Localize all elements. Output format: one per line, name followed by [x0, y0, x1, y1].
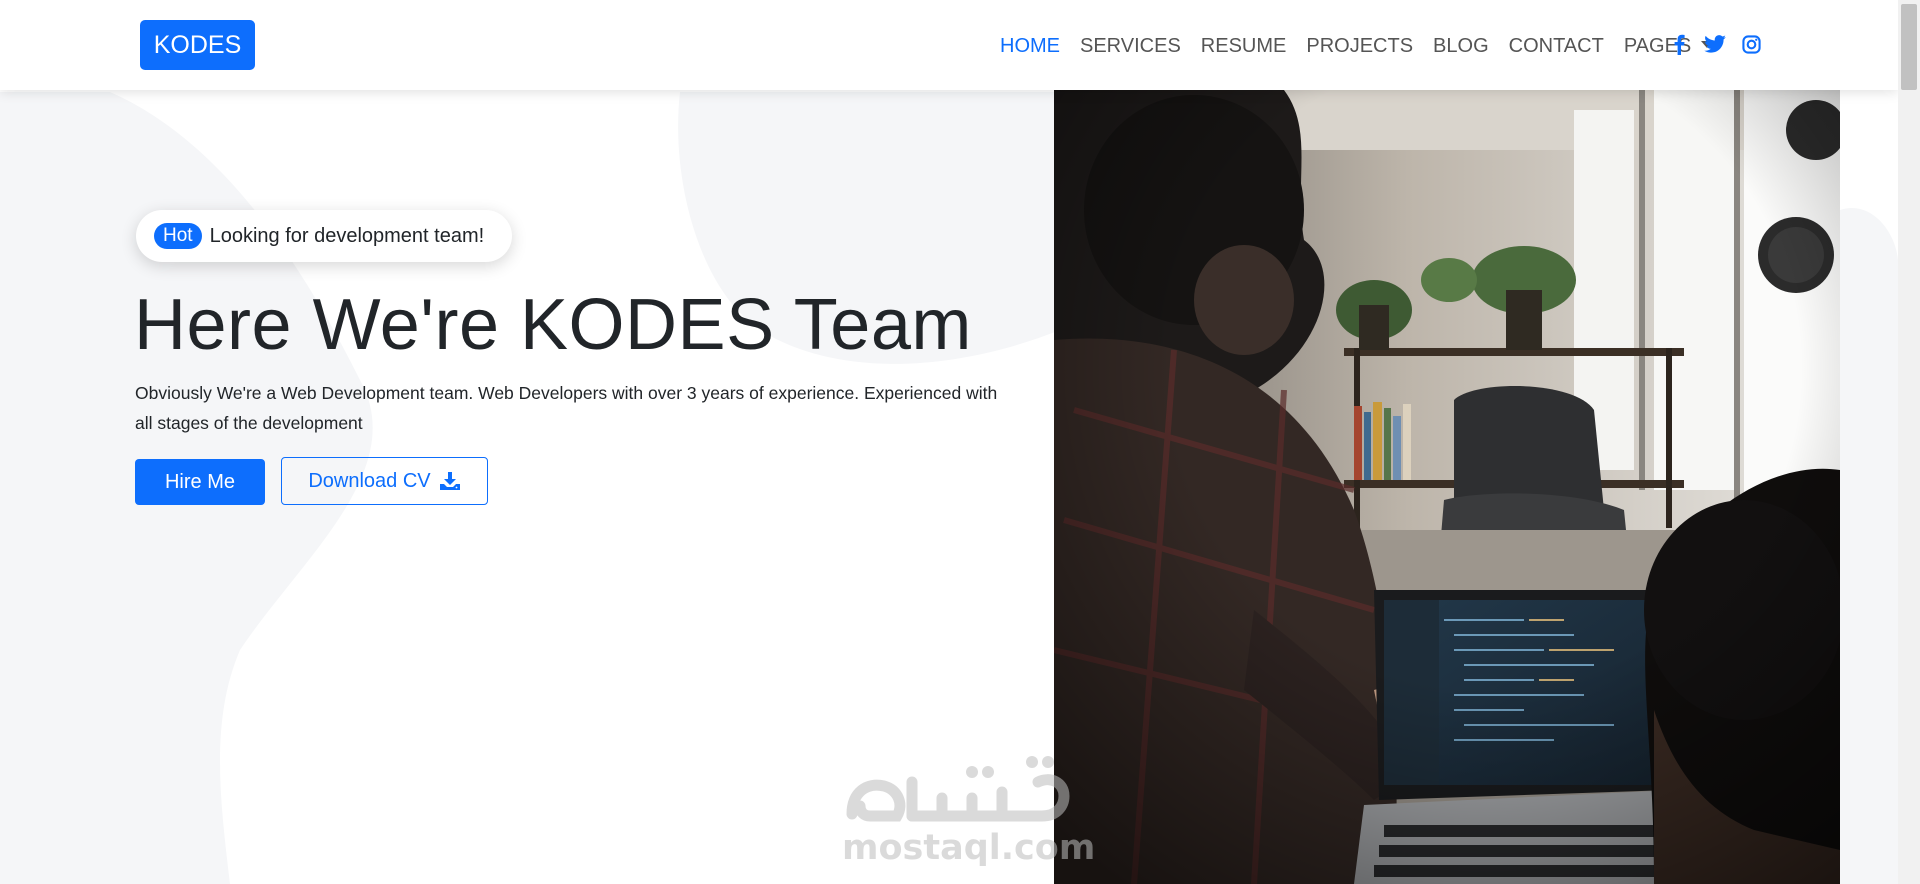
nav-item-contact[interactable]: CONTACT — [1509, 35, 1604, 58]
facebook-icon[interactable] — [1668, 33, 1690, 55]
instagram-icon[interactable] — [1740, 33, 1762, 55]
download-cv-button[interactable]: Download CV — [281, 457, 488, 505]
nav-item-blog[interactable]: BLOG — [1433, 35, 1489, 58]
announcement-text: Looking for development team! — [209, 224, 485, 247]
hero-photo — [1054, 90, 1840, 884]
hot-badge: Hot — [154, 223, 202, 249]
nav-menu: HOME SERVICES RESUME PROJECTS BLOG CONTA… — [1000, 0, 1733, 92]
hero-announcement-pill: Hot Looking for development team! — [136, 210, 512, 262]
page-scrollbar[interactable] — [1898, 0, 1920, 884]
download-icon — [439, 472, 460, 490]
twitter-icon[interactable] — [1704, 33, 1726, 55]
watermark-arabic-logo — [846, 756, 1070, 822]
social-links — [1668, 33, 1762, 55]
scrollbar-thumb[interactable] — [1901, 4, 1917, 90]
hero-title: Here We're KODES Team — [134, 285, 972, 365]
nav-item-projects[interactable]: PROJECTS — [1306, 35, 1413, 58]
watermark-latin-text: mostaql.com — [842, 828, 1096, 868]
navbar: KODES HOME SERVICES RESUME PROJECTS BLOG… — [0, 0, 1898, 90]
hero-description: Obviously We're a Web Development team. … — [135, 383, 998, 433]
hire-me-button[interactable]: Hire Me — [135, 459, 265, 505]
brand-logo[interactable]: KODES — [140, 20, 255, 70]
nav-item-services[interactable]: SERVICES — [1080, 35, 1181, 58]
download-cv-label: Download CV — [308, 469, 431, 492]
mostaql-watermark: mostaql.com — [842, 752, 1095, 868]
nav-item-home[interactable]: HOME — [1000, 35, 1060, 58]
nav-item-resume[interactable]: RESUME — [1201, 35, 1287, 58]
